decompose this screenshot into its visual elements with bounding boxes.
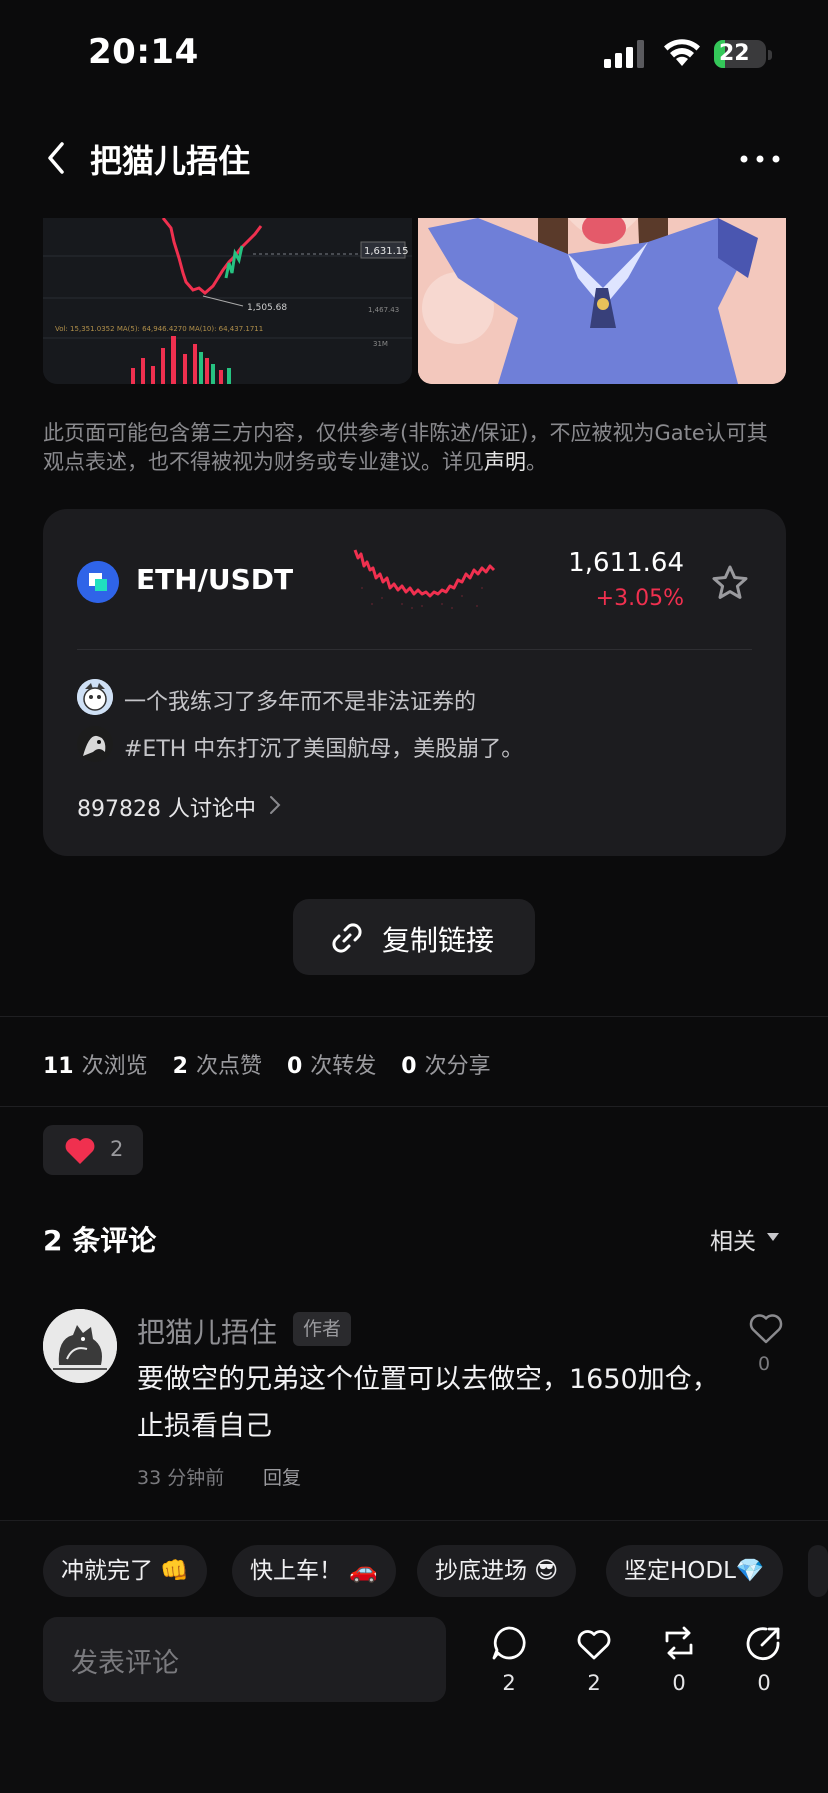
likes-count: 2 [172,1054,188,1079]
shares-count: 0 [401,1054,417,1079]
quick-reply-chip[interactable]: 抄底进场 😎 [417,1545,577,1597]
discussion-avatar-2-graphic [77,726,113,762]
views-label: 次浏览 [81,1054,148,1079]
chart-price-label: 1,631.15 [364,246,409,257]
copy-link-label: 复制链接 [382,924,495,957]
market-change: +3.05% [595,586,684,611]
comment-avatar-graphic [43,1309,117,1383]
cartoon-graphic [418,218,786,384]
price-sparkline-icon [353,549,496,609]
status-time: 20:14 [88,32,199,72]
comments-sort-dropdown[interactable]: 相关 [710,1222,756,1256]
share-icon[interactable] [746,1625,782,1661]
divider [0,1106,828,1107]
chevron-right-icon [270,796,281,814]
heart-filled-icon [65,1138,95,1164]
comment-author-name[interactable]: 把猫儿捂住 [137,1311,277,1351]
disclaimer-end: 。 [526,450,547,474]
author-badge: 作者 [293,1312,351,1346]
comment-avatar[interactable] [43,1309,117,1383]
gate-coin-logo-icon [77,561,119,603]
caret-down-icon [767,1233,779,1241]
discussion-count-link[interactable]: 897828 人讨论中 [77,791,256,823]
comment-reply-button[interactable]: 回复 [263,1463,301,1490]
comment-bubble-icon[interactable] [491,1625,527,1661]
market-pair: ETH/USDT [136,563,294,596]
reposts-count: 0 [286,1054,303,1079]
comments-count: 2 [502,1671,516,1695]
back-chevron-icon[interactable] [42,138,72,178]
reaction-count: 2 [110,1137,124,1161]
quick-reply-chip[interactable]: 冲就完了 👊 [43,1545,207,1597]
battery-cap [768,50,772,60]
discussion-text-2[interactable]: #ETH 中东打沉了美国航母，美股崩了。 [124,731,523,763]
chart-axis-label-2: 31M [373,340,388,348]
comment-input-placeholder: 发表评论 [71,1648,179,1679]
shares-label: 次分享 [424,1054,491,1079]
chart-axis-label-1: 1,467.43 [368,306,399,314]
comment-like-count: 0 [758,1353,771,1375]
battery-icon: 22 [714,40,766,68]
comment-time: 33 分钟前 [137,1467,225,1489]
reposts-count-bottom: 0 [672,1671,686,1695]
market-price: 1,611.64 [568,548,684,578]
quick-reply-chip[interactable]: 快上车！ 🚗 [232,1545,396,1597]
chart-screenshot-graphic: 1,631.15 1,505.68 Vol: 15,351.0352 MA(5)… [43,218,412,384]
post-stats: 11 次浏览 2 次点赞 0 次转发 0 次分享 [43,1048,509,1080]
discussion-avatar-1 [77,679,113,715]
like-heart-icon[interactable] [576,1627,612,1663]
favorite-star-icon[interactable] [710,564,750,602]
battery-percent: 22 [719,41,750,66]
card-divider [77,649,752,650]
likes-label: 次点赞 [195,1054,262,1079]
discussion-text-1[interactable]: 一个我练习了多年而不是非法证券的 [124,684,476,716]
post-image-cartoon[interactable] [418,218,786,384]
cellular-signal-icon [604,40,644,68]
post-image-chart[interactable]: 1,631.15 1,505.68 Vol: 15,351.0352 MA(5)… [43,218,412,384]
discussion-avatar-2 [77,726,113,762]
chart-ma-label: Vol: 15,351.0352 MA(5): 64,946.4270 MA(1… [55,325,263,333]
repost-icon[interactable] [661,1625,697,1661]
comment-body: 要做空的兄弟这个位置可以去做空，1650加仓，止损看自己 [137,1364,719,1442]
disclaimer-text: 此页面可能包含第三方内容，仅供参考(非陈述/保证)，不应被视为Gate认可其观点… [43,421,768,474]
likes-count-bottom: 2 [587,1671,601,1695]
page-title: 把猫儿捂住 [90,142,251,180]
reposts-label: 次转发 [310,1054,377,1079]
wifi-icon [664,39,700,66]
discussion-avatar-1-graphic [77,679,113,715]
more-options-icon[interactable] [738,142,782,172]
comments-title: 2 条评论 [43,1224,157,1257]
third-party-disclaimer: 此页面可能包含第三方内容，仅供参考(非陈述/保证)，不应被视为Gate认可其观点… [43,419,788,477]
quick-reply-chip-partial[interactable] [808,1545,828,1597]
divider [0,1016,828,1017]
shares-count-bottom: 0 [757,1671,771,1695]
comment-like-heart-icon[interactable] [748,1313,784,1345]
disclaimer-statement-link[interactable]: 声明 [484,450,526,474]
chart-low-label: 1,505.68 [247,303,287,313]
link-icon [332,923,362,953]
quick-reply-chip[interactable]: 坚定HODL💎 [606,1545,783,1597]
views-count: 11 [43,1054,74,1079]
